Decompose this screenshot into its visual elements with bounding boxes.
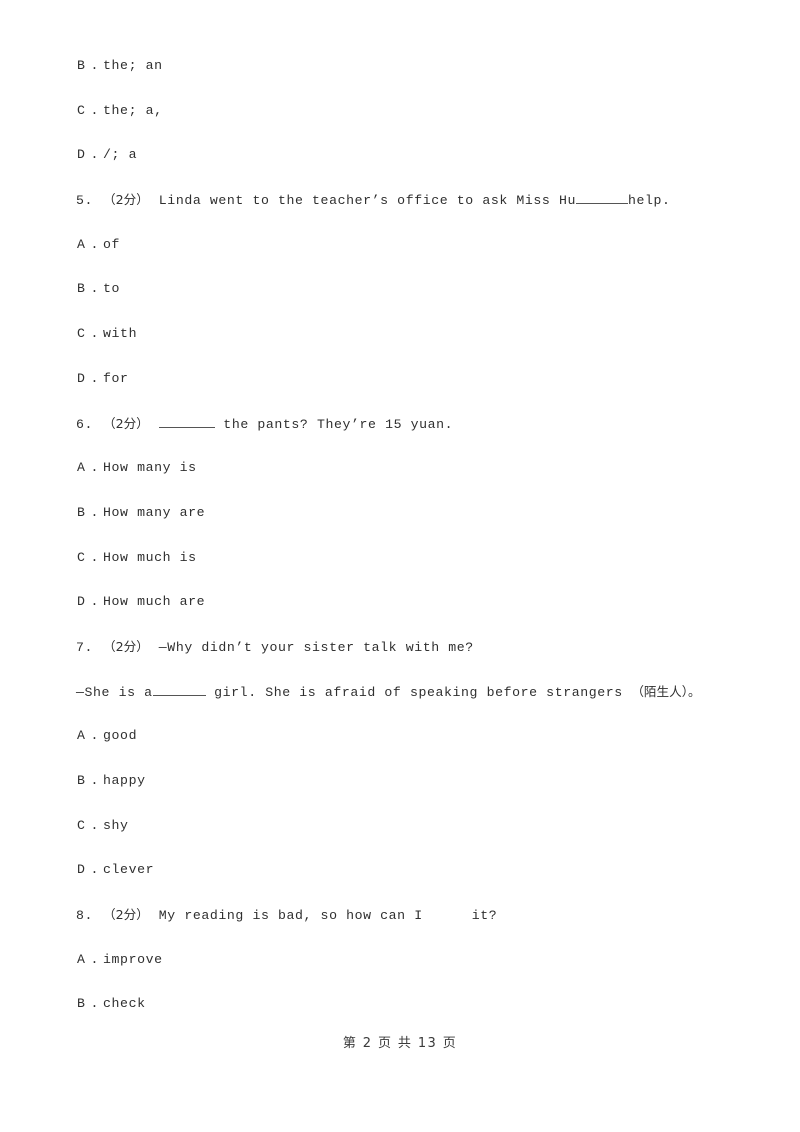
option-text: How much are [103,594,206,610]
option-separator: . [90,147,100,163]
question-stem-continuation: —She is a girl. She is afraid of speakin… [76,681,736,726]
option-letter: A [77,236,86,252]
option-row[interactable]: D./; a [76,144,736,189]
option-letter: C [77,102,86,118]
option-separator: . [90,817,100,833]
option-text: for [103,370,129,386]
option-row[interactable]: D. clever [76,859,736,904]
question-number: 7. [76,639,94,655]
option-separator: . [90,504,100,520]
option-text: check [103,996,146,1012]
option-letter: B [77,504,86,520]
gloss-chinese: （陌生人）。 [631,683,701,699]
option-row[interactable]: B. the; an [76,55,736,100]
question-marks: （2分） [103,192,149,208]
option-letter: C [77,326,86,342]
option-letter: C [77,549,86,565]
option-letter: B [77,281,86,297]
question-text-after-blank: help. [627,193,671,209]
option-letter: B [77,773,86,788]
option-row[interactable]: A. improve [76,949,736,994]
option-separator: . [90,236,100,252]
answer-blank[interactable] [152,682,206,696]
question-stem: 6. （2分） the pants? They’re 15 yuan. [76,413,736,458]
option-letter: D [77,862,86,878]
option-row[interactable]: B. How many are [76,502,736,547]
page-content: B. the; an C. the; a, D./; a 5. （2分） Linda w… [76,55,736,1038]
option-letter: B [77,996,86,1012]
option-text: good [103,728,138,744]
option-separator: . [90,728,100,744]
option-text: shy [103,817,129,833]
question-number: 5. [76,193,94,209]
option-row[interactable]: C. with [76,323,736,368]
option-row[interactable]: C. How much is [76,547,736,592]
option-separator: . [90,594,100,610]
option-separator: . [90,326,100,342]
option-letter: D [77,594,86,610]
question-stem: 7. （2分） —Why didn’t your sister talk with … [76,636,736,681]
answer-blank[interactable] [158,414,215,428]
option-separator: . [90,996,100,1012]
question-marks: （2分） [103,415,149,431]
option-letter: A [77,728,86,744]
question-text-after-blank: it? [471,908,498,924]
continuation-text-after-blank: girl. She is afraid of speaking before s… [205,684,632,700]
question-text-after-blank: the pants? They’re 15 yuan. [214,416,454,432]
option-text: improve [103,951,163,967]
question-marks: （2分） [103,638,149,654]
page-footer: 第 2 页 共 13 页 [0,1032,800,1051]
option-separator: . [90,460,100,476]
question-text-before-blank: My reading is bad, so how can I [158,908,423,924]
option-separator: . [90,549,100,565]
document-page: B. the; an C. the; a, D./; a 5. （2分） Linda w… [0,0,800,1132]
option-separator: . [90,58,100,73]
question-stem: 5. （2分） Linda went to the teacher’s office… [76,189,736,234]
option-letter: D [77,147,86,163]
option-row[interactable]: A. How many is [76,457,736,502]
option-text: How much is [103,549,197,565]
page-number-label: 第 2 页 共 13 页 [342,1036,458,1051]
option-text: to [103,281,121,297]
option-row[interactable]: C. shy [76,815,736,860]
option-letter: C [77,817,86,833]
option-letter: B [77,58,86,73]
option-separator: . [90,370,100,386]
question-number: 8. [76,908,94,924]
option-text: with [103,326,138,342]
option-text: of [103,236,121,252]
option-letter: A [77,460,86,476]
option-letter: D [77,370,86,386]
answer-blank[interactable] [575,190,628,205]
option-text: How many is [103,460,197,476]
option-separator: . [90,102,100,118]
option-text: the; a, [103,102,163,118]
option-separator: . [90,773,100,788]
option-separator: . [90,951,100,967]
option-row[interactable]: B. happy [76,770,736,815]
question-number: 6. [76,416,94,432]
question-marks: （2分） [103,907,149,923]
question-stem: 8. （2分） My reading is bad, so how can I it? [76,904,736,949]
option-text: happy [103,773,146,788]
question-text-before-blank: —Why didn’t your sister talk with me? [158,639,474,655]
option-row[interactable]: D. How much are [76,591,736,636]
option-separator: . [90,281,100,297]
option-row[interactable]: B. to [76,278,736,323]
option-row[interactable]: D. for [76,368,736,413]
option-row[interactable]: C. the; a, [76,100,736,145]
option-separator: . [90,862,100,878]
option-row[interactable]: A. of [76,234,736,279]
question-text-before-blank: Linda went to the teacher’s office to as… [158,193,576,209]
option-text: clever [103,862,155,878]
option-row[interactable]: A. good [76,725,736,770]
option-text: /; a [103,147,138,163]
option-text: How many are [103,504,206,520]
option-text: the; an [103,58,163,73]
option-letter: A [77,951,86,967]
continuation-text-before-blank: —She is a [76,684,153,700]
